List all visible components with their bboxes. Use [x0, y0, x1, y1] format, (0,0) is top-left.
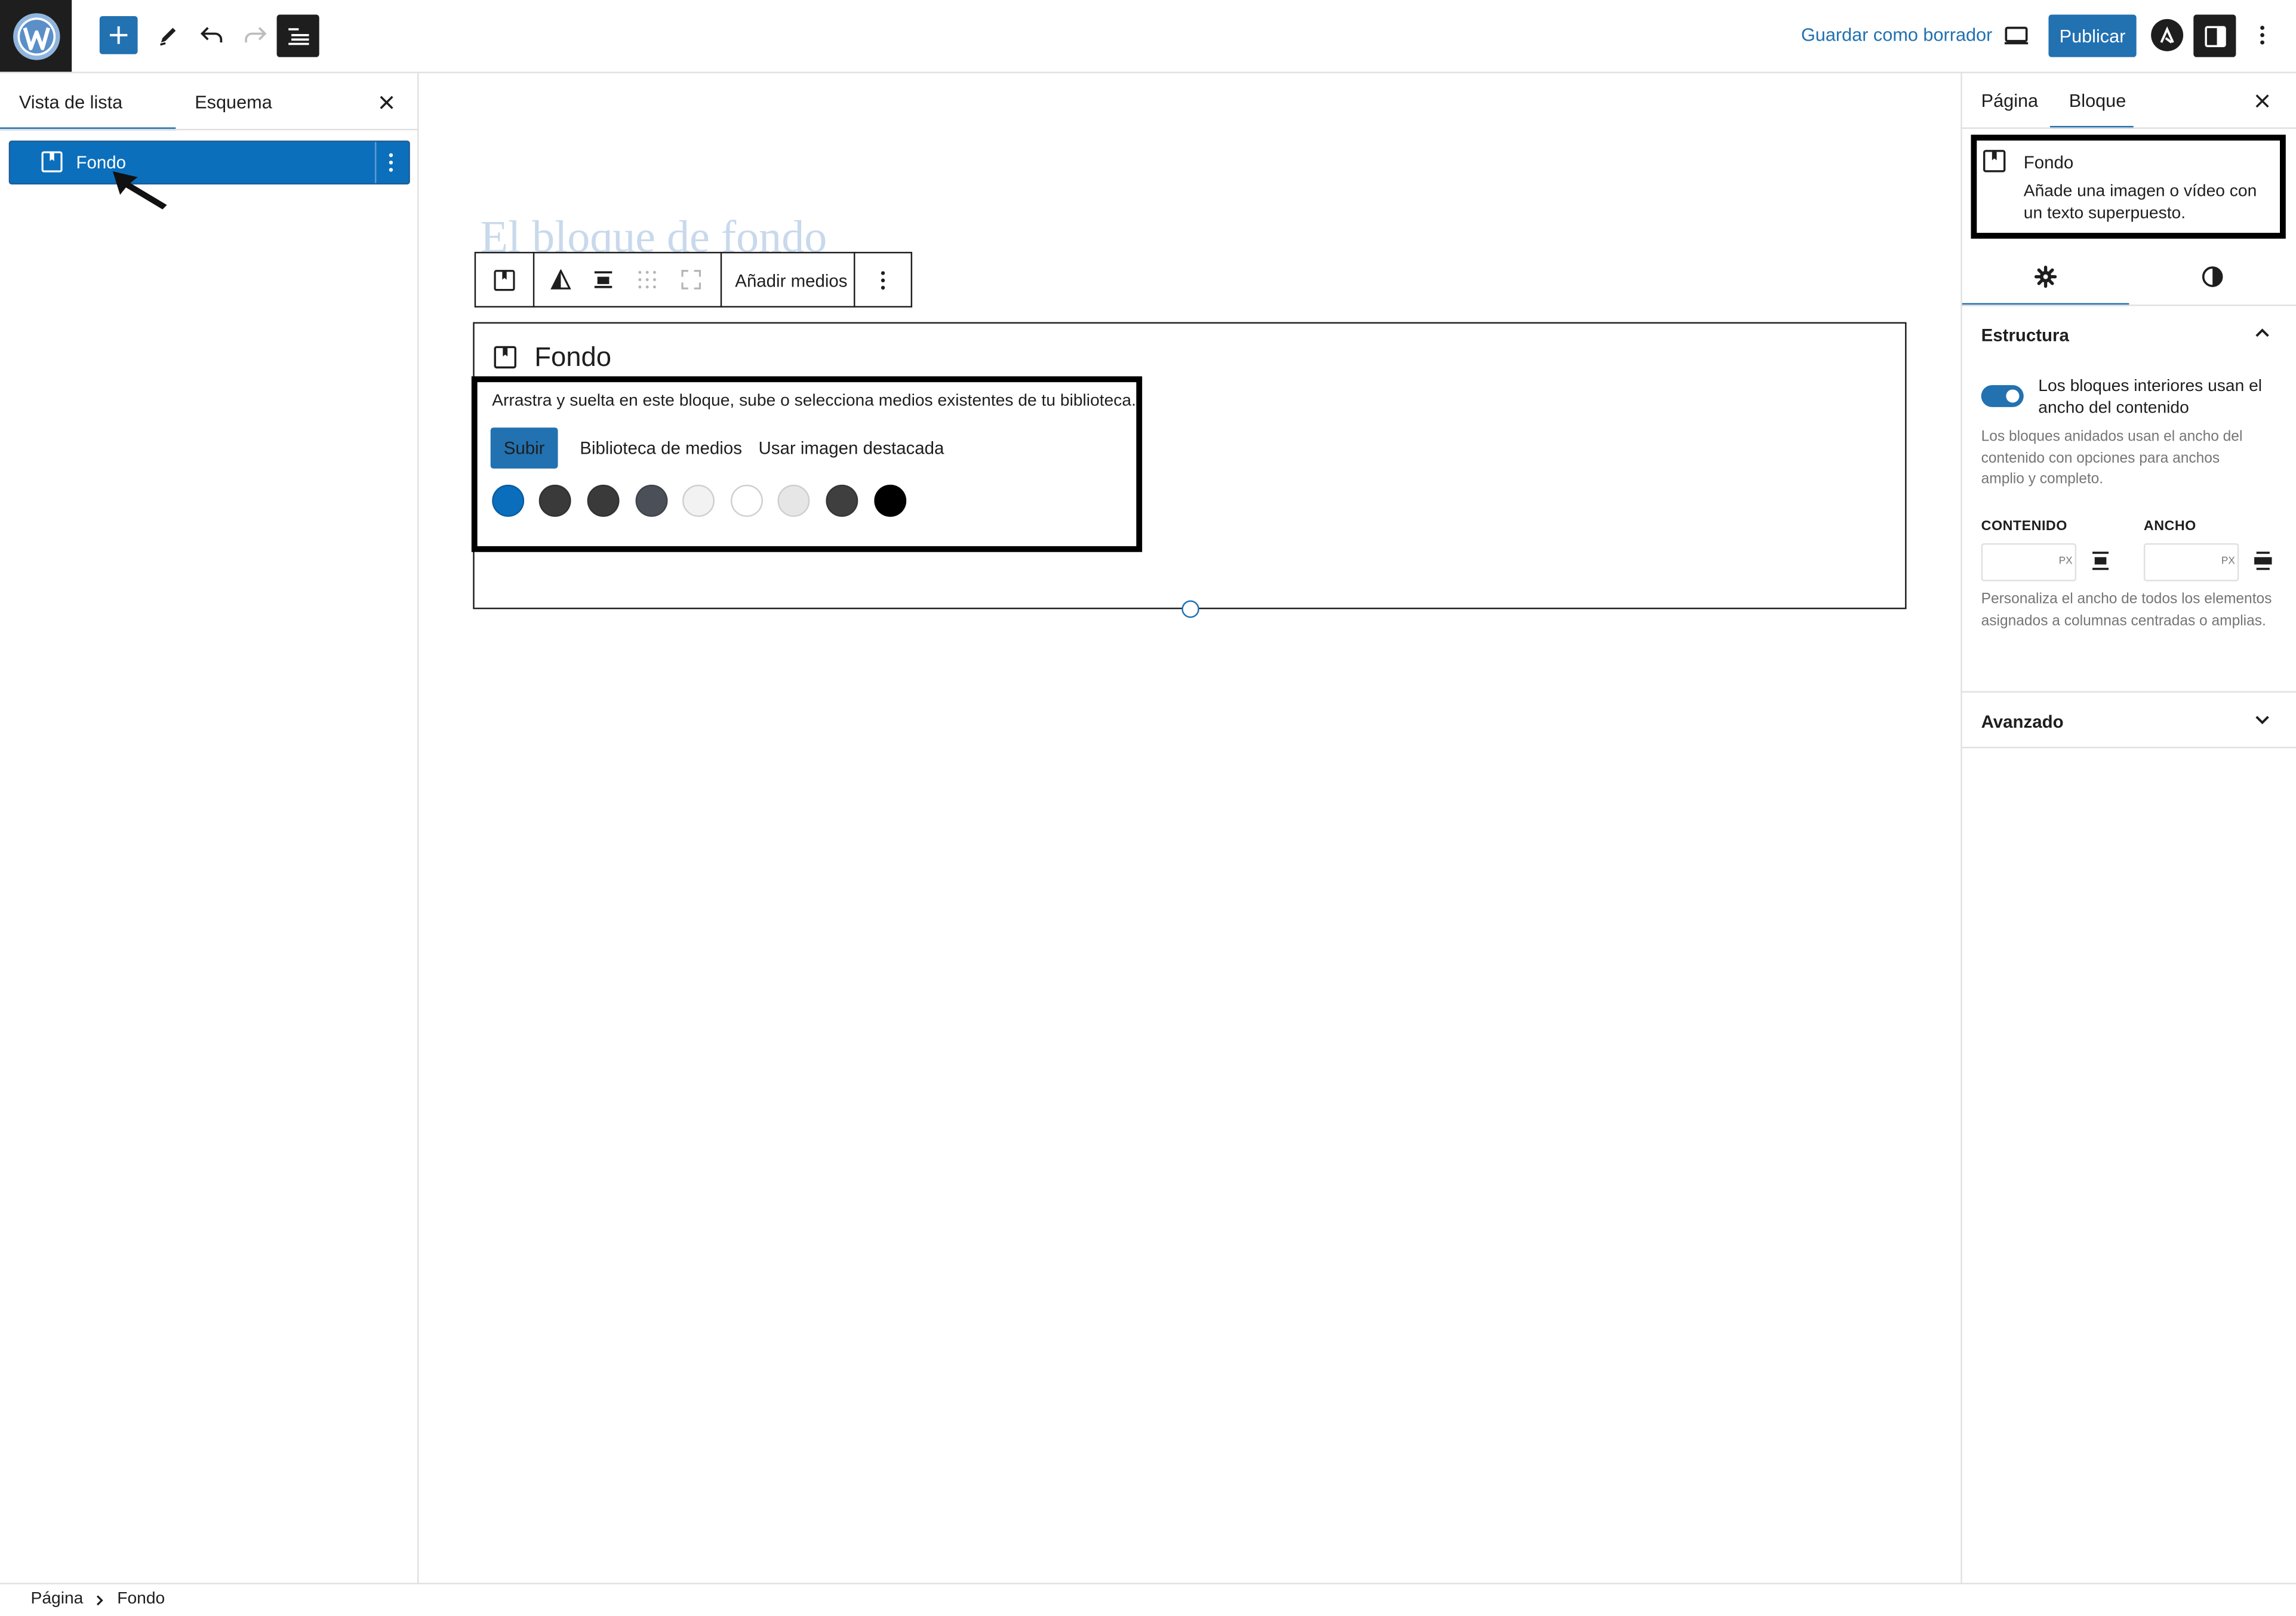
divider: [853, 251, 855, 308]
divider: [533, 251, 535, 308]
publish-button[interactable]: Publicar: [2048, 14, 2137, 57]
redo-button[interactable]: [236, 16, 274, 54]
save-draft-button[interactable]: Guardar como borrador: [1801, 25, 1992, 45]
stretch-wide-icon: [2254, 550, 2273, 571]
tab-outline[interactable]: Esquema: [195, 93, 272, 113]
media-library-button[interactable]: Biblioteca de medios: [580, 438, 742, 458]
toggle-label: Los bloques interiores usan el ancho del…: [2038, 377, 2263, 418]
color-swatch[interactable]: [492, 484, 525, 517]
chevron-right-icon: [95, 1595, 104, 1606]
cover-block-icon: [493, 269, 515, 291]
close-list-view-button[interactable]: [368, 84, 406, 122]
divider: [720, 251, 722, 308]
divider: [1962, 127, 2296, 129]
tab-settings[interactable]: [2027, 258, 2065, 296]
toggle-knob: [2006, 389, 2020, 403]
color-swatch[interactable]: [730, 484, 763, 517]
list-item[interactable]: [8, 140, 410, 185]
preview-button[interactable]: [1998, 16, 2036, 54]
block-type-button[interactable]: [485, 261, 523, 299]
advanced-panel-title[interactable]: Avanzado: [1981, 712, 2064, 732]
wordpress-logo-icon[interactable]: [0, 0, 72, 72]
breadcrumb: [0, 1583, 2296, 1616]
undo-icon: [200, 27, 223, 43]
duotone-button[interactable]: [542, 261, 580, 299]
more-vertical-icon: [881, 271, 885, 290]
chevron-up-icon[interactable]: [2254, 327, 2271, 338]
more-vertical-icon: [389, 153, 393, 172]
unit-label: PX: [2058, 556, 2073, 567]
position-grid-icon: [638, 270, 656, 289]
sidebar-toggle-icon: [2204, 25, 2226, 47]
tools-button[interactable]: [149, 16, 187, 54]
divider: [374, 141, 377, 183]
resize-handle[interactable]: [1181, 600, 1199, 618]
options-menu-button[interactable]: [2243, 16, 2282, 54]
pointer-cursor-icon: [111, 170, 170, 211]
document-overview-button[interactable]: [276, 14, 319, 57]
tab-block[interactable]: Bloque: [2069, 91, 2126, 111]
close-icon: [2255, 94, 2269, 108]
redo-icon: [245, 27, 267, 43]
divider: [0, 128, 418, 131]
more-vertical-icon: [2260, 26, 2265, 45]
pencil-icon: [160, 27, 176, 46]
align-icon: [594, 271, 613, 288]
block-card-description: Añade una imagen o vídeo con un texto su…: [2023, 183, 2257, 223]
document-overview-icon: [287, 27, 309, 45]
unit-label: PX: [2221, 556, 2235, 567]
cover-block-icon: [494, 346, 517, 369]
settings-sidebar-toggle[interactable]: [2193, 14, 2236, 57]
justify-center-icon: [2091, 550, 2110, 571]
close-icon: [380, 96, 393, 109]
tab-page[interactable]: Página: [1981, 91, 2039, 111]
width-help-text: Personaliza el ancho de todos los elemen…: [1981, 591, 2272, 629]
tab-styles[interactable]: [2193, 258, 2232, 296]
add-media-button[interactable]: Añadir medios: [735, 271, 847, 291]
structure-panel-title[interactable]: Estructura: [1981, 325, 2069, 346]
upload-button[interactable]: Subir: [490, 427, 558, 469]
divider: [1962, 304, 2296, 306]
full-height-button[interactable]: [672, 261, 710, 299]
gear-icon: [2034, 265, 2057, 288]
astra-icon[interactable]: [2151, 19, 2184, 51]
cover-block-icon: [1983, 149, 2006, 173]
color-swatch[interactable]: [874, 484, 907, 517]
divider: [1962, 691, 2296, 693]
plus-icon: [109, 26, 128, 44]
featured-image-button[interactable]: Usar imagen destacada: [759, 438, 944, 458]
align-button[interactable]: [584, 261, 623, 299]
color-swatch[interactable]: [587, 484, 620, 517]
color-swatch[interactable]: [826, 484, 858, 517]
cover-block-title: Fondo: [534, 341, 611, 373]
close-settings-button[interactable]: [2243, 82, 2282, 120]
fullscreen-icon: [681, 270, 701, 290]
block-more-options-button[interactable]: [880, 271, 886, 290]
tab-list-view[interactable]: Vista de lista: [19, 93, 122, 113]
desktop-preview-icon: [2004, 26, 2029, 45]
duotone-icon: [550, 269, 571, 290]
content-width-label: CONTENIDO: [1981, 518, 2067, 535]
list-view-panel: [0, 73, 419, 1583]
placeholder-instructions: Arrastra y suelta en este bloque, sube o…: [492, 392, 1136, 410]
breadcrumb-item-block[interactable]: Fondo: [117, 1590, 165, 1608]
wide-width-label: ANCHO: [2143, 518, 2196, 535]
color-swatch[interactable]: [682, 484, 715, 517]
block-inserter-button[interactable]: [99, 16, 138, 54]
toggle-help-text: Los bloques anidados usan el ancho del c…: [1981, 429, 2243, 488]
undo-button[interactable]: [193, 16, 232, 54]
divider: [1962, 746, 2296, 749]
color-swatch[interactable]: [777, 484, 810, 517]
settings-sidebar: [1960, 73, 2296, 1583]
contrast-icon: [2202, 266, 2223, 287]
chevron-down-icon[interactable]: [2254, 715, 2271, 727]
block-card-title: Fondo: [2023, 152, 2074, 173]
cover-block-icon: [41, 151, 63, 173]
breadcrumb-item-page[interactable]: Página: [31, 1590, 84, 1608]
content-position-button[interactable]: [628, 261, 666, 299]
block-options-button[interactable]: [388, 152, 394, 173]
color-swatch[interactable]: [538, 484, 571, 517]
color-swatch[interactable]: [635, 484, 668, 517]
